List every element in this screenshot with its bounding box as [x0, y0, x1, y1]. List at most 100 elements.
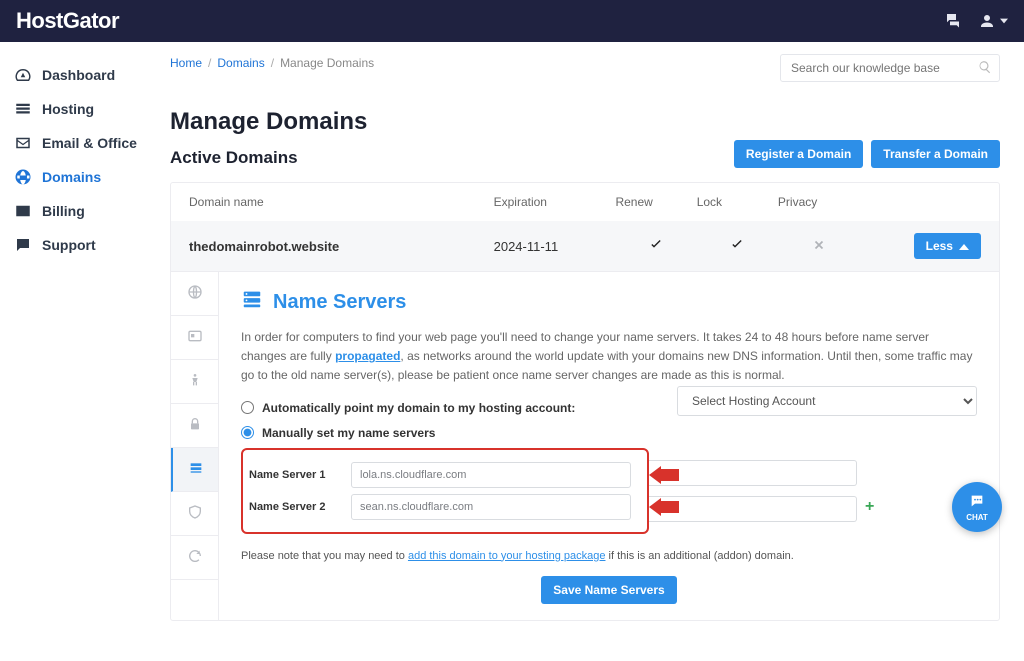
ns2-input-extension[interactable] — [649, 496, 857, 522]
sidebar-item-dashboard[interactable]: Dashboard — [8, 58, 152, 92]
user-icon[interactable] — [978, 12, 1008, 30]
check-icon — [729, 241, 745, 256]
list-icon — [14, 100, 32, 118]
breadcrumb-separator: / — [271, 56, 274, 70]
ns1-input[interactable] — [351, 462, 631, 488]
search-icon[interactable] — [978, 60, 992, 77]
ns-field-row-2: Name Server 2 — [249, 494, 641, 520]
breadcrumb-current: Manage Domains — [280, 56, 374, 70]
tab-transfer[interactable] — [171, 360, 218, 404]
check-icon — [648, 241, 664, 256]
ns-field-row-1: Name Server 1 — [249, 462, 641, 488]
cell-lock — [697, 237, 778, 256]
topbar-actions — [944, 11, 1008, 32]
sidebar-item-label: Email & Office — [42, 135, 137, 151]
col-domain: Domain name — [189, 195, 494, 209]
ns1-input-extension[interactable] — [649, 460, 857, 486]
sidebar-item-domains[interactable]: Domains — [8, 160, 152, 194]
hosting-note: Please note that you may need to add thi… — [241, 550, 977, 562]
card-icon — [187, 328, 203, 347]
server-lines-icon — [188, 460, 204, 479]
chat-fab[interactable]: CHAT — [952, 482, 1002, 532]
nameserver-inputs-highlight: Name Server 1 Name Server 2 — [241, 448, 649, 534]
breadcrumb-domains[interactable]: Domains — [217, 56, 264, 70]
tab-overview[interactable] — [171, 272, 218, 316]
chat-fab-label: CHAT — [966, 513, 988, 522]
transfer-domain-button[interactable]: Transfer a Domain — [871, 140, 1000, 168]
nameservers-description: In order for computers to find your web … — [241, 328, 977, 386]
detail-tabs — [171, 272, 219, 620]
col-renew: Renew — [615, 195, 696, 209]
cell-domain: thedomainrobot.website — [189, 239, 494, 254]
sidebar-item-label: Hosting — [42, 101, 94, 117]
hosting-account-select[interactable]: Select Hosting Account — [677, 386, 977, 416]
note-prefix: Please note that you may need to — [241, 550, 408, 562]
detail-body: Name Servers In order for computers to f… — [219, 272, 999, 620]
radio-manual-label: Manually set my name servers — [262, 426, 435, 440]
breadcrumb-separator: / — [208, 56, 211, 70]
brand-logo: HostGator — [16, 8, 119, 34]
col-lock: Lock — [697, 195, 778, 209]
cell-privacy — [778, 238, 859, 255]
tab-privacy[interactable] — [171, 492, 218, 536]
sidebar-item-email-office[interactable]: Email & Office — [8, 126, 152, 160]
sidebar-item-label: Billing — [42, 203, 85, 219]
globe-icon — [14, 168, 32, 186]
tab-lock[interactable] — [171, 404, 218, 448]
tab-nameservers[interactable] — [171, 448, 218, 492]
globe-icon — [187, 284, 203, 303]
note-suffix: if this is an additional (addon) domain. — [605, 550, 793, 562]
shield-icon — [187, 504, 203, 523]
body-icon — [187, 372, 203, 391]
chevron-up-icon — [959, 239, 969, 253]
tab-contacts[interactable] — [171, 316, 218, 360]
row-toggle-button[interactable]: Less — [914, 233, 981, 259]
ns2-label: Name Server 2 — [249, 501, 341, 513]
sidebar-item-label: Support — [42, 237, 96, 253]
nameservers-title: Name Servers — [241, 288, 977, 316]
sidebar-item-label: Dashboard — [42, 67, 115, 83]
sidebar: Dashboard Hosting Email & Office Domains… — [0, 42, 160, 661]
radio-manual-input[interactable] — [241, 426, 254, 439]
breadcrumb-home[interactable]: Home — [170, 56, 202, 70]
chat-icon — [968, 493, 986, 513]
chat-bubbles-icon[interactable] — [944, 11, 962, 32]
col-privacy: Privacy — [778, 195, 859, 209]
server-icon — [241, 288, 263, 316]
col-expiration: Expiration — [494, 195, 616, 209]
radio-auto-label: Automatically point my domain to my host… — [262, 401, 575, 415]
section-title: Active Domains — [170, 148, 367, 168]
radio-manual[interactable]: Manually set my name servers — [241, 426, 977, 440]
radio-auto-point[interactable]: Automatically point my domain to my host… — [241, 401, 575, 415]
register-domain-button[interactable]: Register a Domain — [734, 140, 863, 168]
lock-icon — [187, 416, 203, 435]
sidebar-item-support[interactable]: Support — [8, 228, 152, 262]
domain-panel: Domain name Expiration Renew Lock Privac… — [170, 182, 1000, 621]
add-domain-link[interactable]: add this domain to your hosting package — [408, 550, 606, 562]
cell-renew — [615, 237, 696, 256]
chevron-down-icon — [1000, 17, 1008, 25]
sidebar-item-hosting[interactable]: Hosting — [8, 92, 152, 126]
plus-icon[interactable]: + — [865, 498, 874, 516]
chat-icon — [14, 236, 32, 254]
card-icon — [14, 202, 32, 220]
ns1-label: Name Server 1 — [249, 469, 341, 481]
table-header: Domain name Expiration Renew Lock Privac… — [171, 183, 999, 221]
action-buttons: Register a Domain Transfer a Domain — [734, 140, 1000, 168]
main-content: Home / Domains / Manage Domains Manage D… — [160, 42, 1024, 661]
gauge-icon — [14, 66, 32, 84]
sidebar-item-billing[interactable]: Billing — [8, 194, 152, 228]
radio-auto-input[interactable] — [241, 401, 254, 414]
propagated-link[interactable]: propagated — [335, 349, 400, 363]
table-row[interactable]: thedomainrobot.website 2024-11-11 Less — [171, 221, 999, 271]
search-input[interactable] — [780, 54, 1000, 82]
tab-refresh[interactable] — [171, 536, 218, 580]
x-icon — [812, 240, 826, 255]
breadcrumb: Home / Domains / Manage Domains — [170, 56, 374, 70]
ns2-input[interactable] — [351, 494, 631, 520]
domain-detail: Name Servers In order for computers to f… — [171, 271, 999, 620]
page-title: Manage Domains — [170, 108, 367, 136]
knowledge-base-search — [780, 54, 1000, 82]
row-toggle-label: Less — [926, 239, 953, 253]
save-name-servers-button[interactable]: Save Name Servers — [541, 576, 676, 604]
